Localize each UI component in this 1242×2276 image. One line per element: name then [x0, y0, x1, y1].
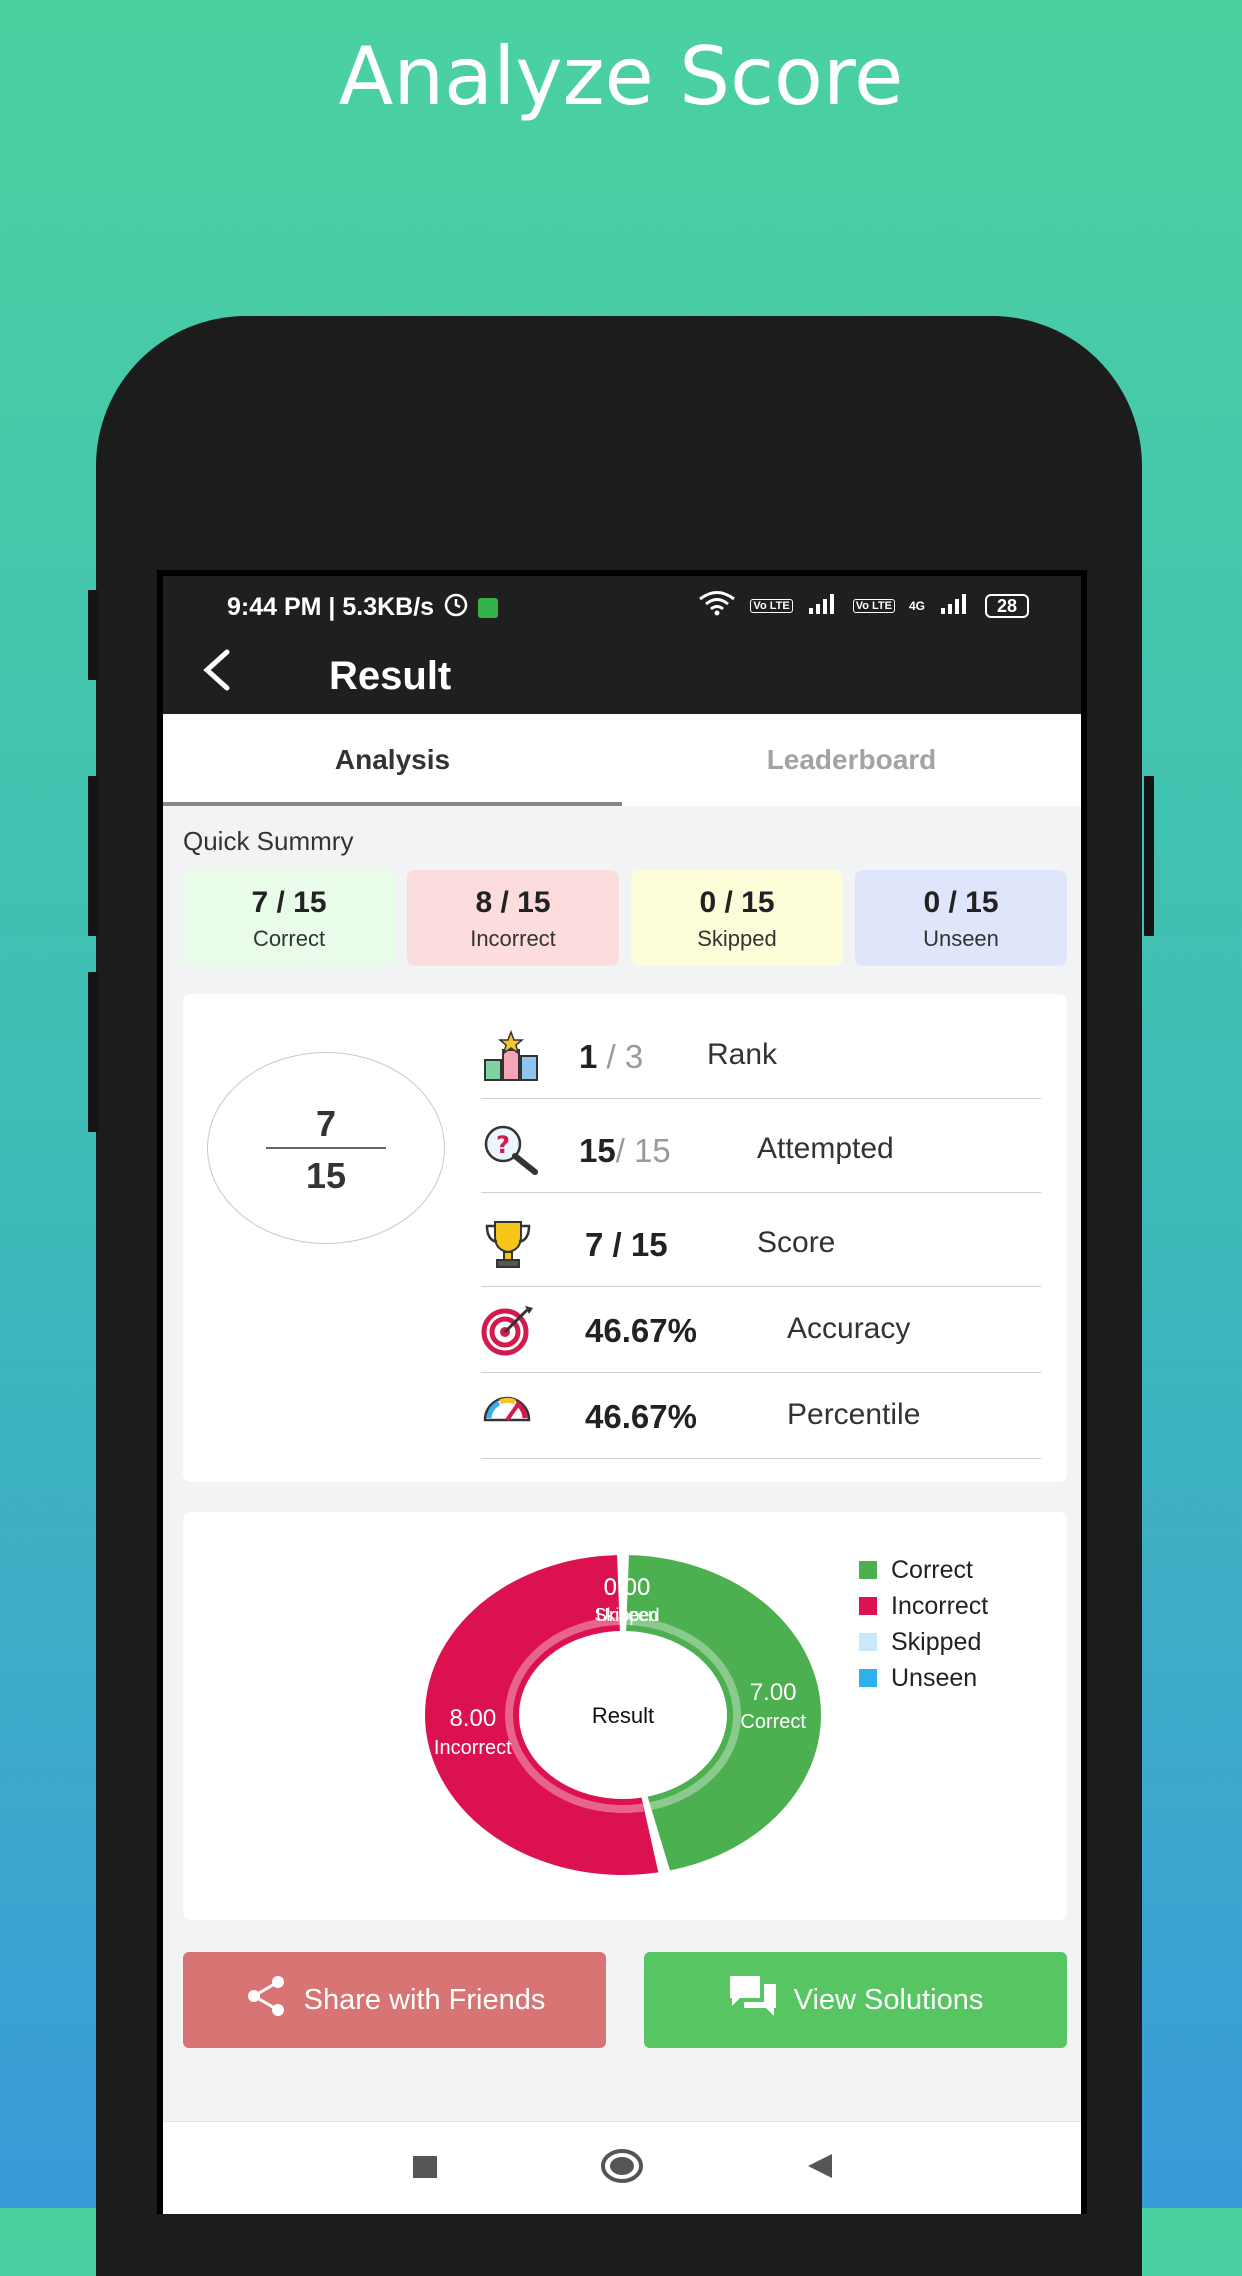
tab-leaderboard[interactable]: Leaderboard	[622, 714, 1081, 806]
result-donut-chart: 7.00Correct8.00Incorrect0.00Skipped0.00U…	[425, 1555, 821, 1875]
legend-swatch	[859, 1669, 877, 1687]
slice-category-label: Incorrect	[434, 1737, 512, 1759]
legend-label: Incorrect	[891, 1591, 989, 1620]
quick-summary: 7 / 15 Correct 8 / 15 Incorrect 0 / 15 S…	[163, 870, 1081, 966]
score-denominator: 15	[305, 1155, 347, 1196]
back-arrow-icon[interactable]	[197, 646, 237, 706]
gauge-icon	[481, 1390, 541, 1442]
app-bar: Result	[163, 634, 1081, 714]
status-time-speed: 9:44 PM | 5.3KB/s	[227, 593, 435, 621]
summary-card-unseen: 0 / 15 Unseen	[855, 870, 1067, 966]
donut-center-label: Result	[592, 1703, 654, 1728]
score-numerator: 7	[315, 1103, 337, 1144]
chart-legend: Correct Incorrect Skipped Unseen	[859, 1552, 988, 1696]
home-icon[interactable]	[600, 2148, 644, 2189]
phone-side-button	[88, 776, 98, 936]
page-headline: Analyze Score	[338, 30, 904, 123]
view-solutions-label: View Solutions	[793, 1983, 984, 2016]
app-notification-icon	[478, 597, 499, 618]
summary-value: 0 / 15	[923, 886, 999, 919]
phone-side-button	[88, 590, 98, 680]
target-icon	[481, 1304, 541, 1356]
question-magnifier-icon: ?	[481, 1124, 541, 1176]
legend-item: Incorrect	[859, 1588, 988, 1624]
stat-row-score: 7 / 15 Score	[481, 1200, 1041, 1287]
battery-indicator: 28	[984, 593, 1029, 618]
legend-label: Unseen	[891, 1663, 978, 1692]
rank-label: Rank	[707, 1038, 778, 1071]
attempted-total: / 15	[615, 1132, 671, 1169]
recent-apps-icon[interactable]	[410, 2151, 440, 2186]
tab-analysis[interactable]: Analysis	[163, 714, 622, 806]
legend-item: Unseen	[859, 1660, 988, 1696]
stat-row-percentile: 46.67% Percentile	[481, 1372, 1041, 1459]
attempted-value: 15	[579, 1132, 616, 1169]
rank-total: / 3	[597, 1038, 644, 1075]
system-nav-bar	[163, 2121, 1081, 2214]
legend-swatch	[859, 1597, 877, 1615]
rank-value: 1	[579, 1038, 598, 1075]
back-nav-icon[interactable]	[804, 2151, 834, 2186]
phone-side-button	[88, 972, 98, 1132]
legend-swatch	[859, 1561, 877, 1579]
view-solutions-button[interactable]: View Solutions	[644, 1952, 1067, 2048]
summary-label: Unseen	[923, 926, 999, 951]
legend-label: Skipped	[891, 1627, 982, 1656]
summary-label: Skipped	[697, 926, 777, 951]
legend-label: Correct	[891, 1555, 973, 1584]
summary-card-incorrect: 8 / 15 Incorrect	[407, 870, 619, 966]
page-title: Result	[329, 654, 452, 698]
percentile-value: 46.67%	[585, 1398, 697, 1435]
wifi-icon	[698, 590, 736, 621]
stats-card: 7 15 1 / 3 Rank ? 15/ 15 Attempted 7 / 1…	[183, 994, 1067, 1482]
fraction-divider	[266, 1147, 386, 1149]
summary-card-skipped: 0 / 15 Skipped	[631, 870, 843, 966]
tab-bar: Analysis Leaderboard	[163, 714, 1081, 806]
stat-row-attempted: ? 15/ 15 Attempted	[481, 1106, 1041, 1193]
legend-item: Skipped	[859, 1624, 988, 1660]
summary-value: 8 / 15	[475, 886, 551, 919]
result-chart-card: 7.00 Correct 8.00 Incorrect 0.00 Skipped 0.00 U…	[183, 1512, 1067, 1920]
accuracy-label: Accuracy	[787, 1312, 911, 1345]
slice-value-label: 0.00	[604, 1574, 651, 1601]
network-tag: Vo LTE	[852, 598, 895, 613]
summary-value: 0 / 15	[699, 886, 775, 919]
stat-row-accuracy: 46.67% Accuracy	[481, 1286, 1041, 1373]
share-button-label: Share with Friends	[303, 1983, 546, 2016]
slice-value-label: 8.00	[449, 1705, 496, 1732]
status-bar: 9:44 PM | 5.3KB/s Vo LTE Vo LTE 4G 28	[163, 576, 1081, 634]
summary-label: Correct	[252, 926, 326, 951]
alarm-icon	[442, 590, 470, 625]
share-icon	[244, 1974, 288, 2026]
signal-icon	[939, 592, 971, 619]
trophy-icon	[481, 1218, 541, 1270]
signal-icon	[807, 592, 839, 619]
share-button[interactable]: Share with Friends	[183, 1952, 606, 2048]
svg-text:?: ?	[496, 1131, 510, 1159]
chat-icon	[728, 1974, 778, 2026]
accuracy-value: 46.67%	[585, 1312, 697, 1349]
network-tag: 4G	[908, 598, 925, 613]
legend-swatch	[859, 1633, 877, 1651]
action-buttons: Share with Friends View Solutions	[183, 1952, 1067, 2048]
summary-card-correct: 7 / 15 Correct	[183, 870, 395, 966]
score-label: Score	[757, 1226, 836, 1259]
score-fraction-circle: 7 15	[207, 1052, 445, 1244]
attempted-label: Attempted	[757, 1132, 894, 1165]
summary-label: Incorrect	[470, 926, 556, 951]
legend-item: Correct	[859, 1552, 988, 1588]
phone-side-button	[1144, 776, 1154, 936]
slice-category-label: Correct	[740, 1711, 806, 1733]
score-value: 7 / 15	[585, 1226, 668, 1263]
app-screen: 9:44 PM | 5.3KB/s Vo LTE Vo LTE 4G 28 Re…	[157, 570, 1087, 2214]
slice-value-label: 7.00	[750, 1679, 797, 1706]
network-tag: Vo LTE	[750, 598, 793, 613]
slice-category-label: Unseen	[596, 1605, 658, 1625]
summary-value: 7 / 15	[251, 886, 327, 919]
percentile-label: Percentile	[787, 1398, 921, 1431]
summary-title: Quick Summry	[183, 826, 354, 856]
stat-row-rank: 1 / 3 Rank	[481, 1012, 1041, 1099]
podium-icon	[481, 1029, 541, 1082]
